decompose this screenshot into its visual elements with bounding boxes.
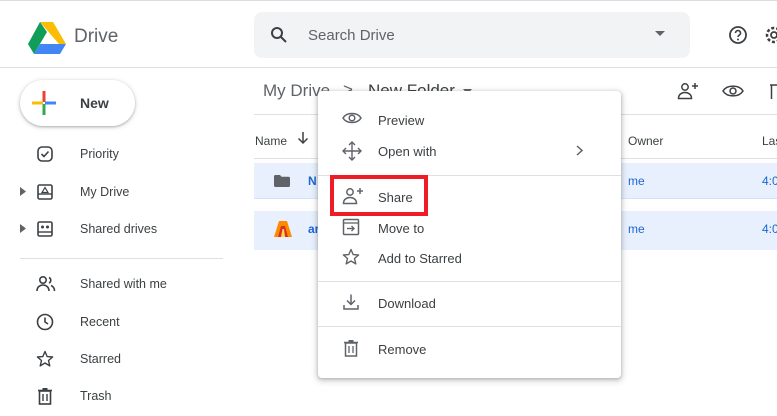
file-owner: me xyxy=(628,174,645,188)
preview-eye-icon[interactable] xyxy=(722,83,744,99)
search-bar[interactable]: Search Drive xyxy=(254,12,690,58)
open-with-icon xyxy=(342,141,362,161)
sidebar-divider xyxy=(20,258,223,259)
sidebar-item-shared-with-me[interactable]: Shared with me xyxy=(0,272,240,296)
sidebar-item-label: Starred xyxy=(80,352,121,366)
menu-item-label: Remove xyxy=(378,342,427,357)
sidebar-item-my-drive[interactable]: My Drive xyxy=(0,180,240,204)
remove-trash-icon[interactable] xyxy=(770,82,777,100)
new-button-label: New xyxy=(80,95,109,111)
sidebar-item-label: Shared with me xyxy=(80,277,167,291)
sidebar-item-label: Recent xyxy=(80,315,120,329)
menu-item-label: Download xyxy=(378,296,436,311)
file-name: N xyxy=(308,174,317,188)
header-divider xyxy=(0,67,777,68)
menu-item-open-with[interactable]: Open with xyxy=(318,137,621,165)
sidebar-item-starred[interactable]: Starred xyxy=(0,347,240,371)
sidebar-item-label: My Drive xyxy=(80,185,130,199)
menu-item-add-to-starred[interactable]: Add to Starred xyxy=(318,244,621,272)
expand-arrow-icon[interactable] xyxy=(20,224,26,233)
priority-icon xyxy=(36,145,54,163)
sidebar-item-label: Shared drives xyxy=(80,222,158,236)
eye-icon xyxy=(342,110,362,126)
app-file-icon xyxy=(274,221,292,237)
search-options-chevron-down-icon[interactable] xyxy=(655,31,665,37)
share-highlight-box xyxy=(330,175,428,216)
move-to-icon xyxy=(342,218,360,236)
file-last-modified: 4:0 xyxy=(762,174,777,188)
sidebar-item-label: Priority xyxy=(80,147,119,161)
top-border xyxy=(0,0,777,1)
trash-icon xyxy=(342,339,360,357)
column-header-last-modified[interactable]: Las xyxy=(762,134,777,148)
download-icon xyxy=(342,293,360,311)
star-icon xyxy=(36,350,54,368)
shared-with-me-icon xyxy=(36,275,56,293)
menu-item-remove[interactable]: Remove xyxy=(318,335,621,363)
search-input[interactable]: Search Drive xyxy=(308,27,395,44)
column-header-owner[interactable]: Owner xyxy=(628,134,663,148)
menu-item-preview[interactable]: Preview xyxy=(318,106,621,134)
sidebar-item-priority[interactable]: Priority xyxy=(0,142,240,166)
sidebar-item-trash[interactable]: Trash xyxy=(0,384,240,408)
my-drive-icon xyxy=(36,183,54,201)
column-header-name[interactable]: Name xyxy=(255,134,287,148)
help-icon[interactable] xyxy=(728,25,748,45)
expand-arrow-icon[interactable] xyxy=(20,187,26,196)
plus-icon xyxy=(32,91,56,115)
app-title: Drive xyxy=(74,26,119,47)
trash-icon xyxy=(36,387,54,405)
sidebar-item-recent[interactable]: Recent xyxy=(0,310,240,334)
file-last-modified: 4:0 xyxy=(762,222,777,236)
folder-icon xyxy=(274,175,290,187)
menu-item-label: Preview xyxy=(378,113,425,128)
submenu-chevron-right-icon xyxy=(576,145,583,156)
sidebar-item-label: Trash xyxy=(80,389,112,403)
share-add-person-icon[interactable] xyxy=(677,82,699,100)
search-icon[interactable] xyxy=(270,26,288,44)
file-owner: me xyxy=(628,222,645,236)
menu-item-download[interactable]: Download xyxy=(318,289,621,317)
menu-divider xyxy=(318,326,621,327)
star-icon xyxy=(342,248,360,266)
shared-drives-icon xyxy=(36,220,54,238)
menu-item-label: Move to xyxy=(378,221,425,236)
menu-item-move-to[interactable]: Move to xyxy=(318,214,621,242)
sort-arrow-down-icon[interactable] xyxy=(297,131,309,145)
sidebar-item-shared-drives[interactable]: Shared drives xyxy=(0,217,240,241)
context-menu: Preview Open with Share Move to Add to S… xyxy=(318,91,621,378)
menu-divider xyxy=(318,281,621,282)
new-button[interactable]: New xyxy=(20,80,135,126)
drive-logo-icon[interactable] xyxy=(28,22,66,54)
menu-item-label: Open with xyxy=(378,144,437,159)
clock-icon xyxy=(36,313,54,331)
settings-gear-icon[interactable] xyxy=(764,25,777,45)
menu-item-label: Add to Starred xyxy=(378,251,462,266)
